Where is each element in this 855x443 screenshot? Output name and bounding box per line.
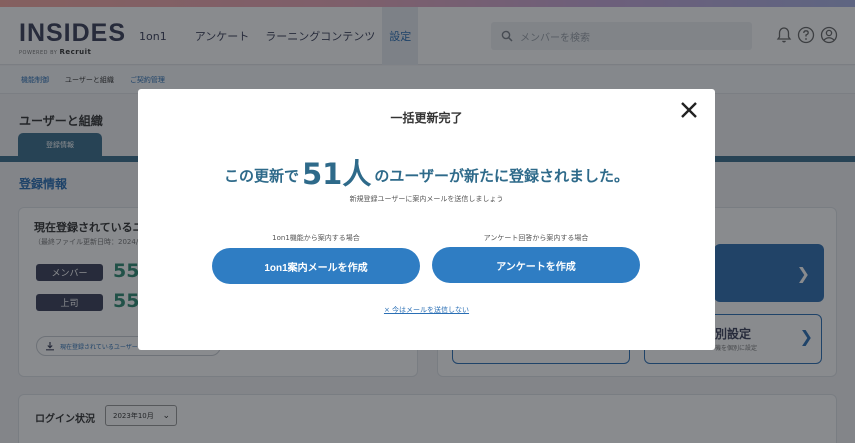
option2-label: アンケート回答から案内する場合: [483, 234, 589, 242]
option1-label: 1on1機能から案内する場合: [272, 234, 360, 242]
create-survey-button[interactable]: アンケートを作成: [432, 247, 640, 283]
registered-count-headline: この更新で 51人 のユーザーが新たに登録されました。: [223, 157, 630, 191]
bulk-update-complete-modal: 一括更新完了 この更新で 51人 のユーザーが新たに登録されました。 新規登録ユーザ…: [138, 89, 715, 350]
new-user-count: 51人: [301, 157, 372, 191]
modal-title: 一括更新完了: [390, 111, 463, 125]
modal-description: 新規登録ユーザーに案内メールを送信しましょう: [349, 195, 504, 203]
create-1on1-mail-button[interactable]: 1on1案内メールを作成: [212, 248, 420, 284]
skip-mail-link[interactable]: × 今はメールを送信しない: [138, 305, 715, 315]
close-icon[interactable]: [676, 97, 702, 123]
